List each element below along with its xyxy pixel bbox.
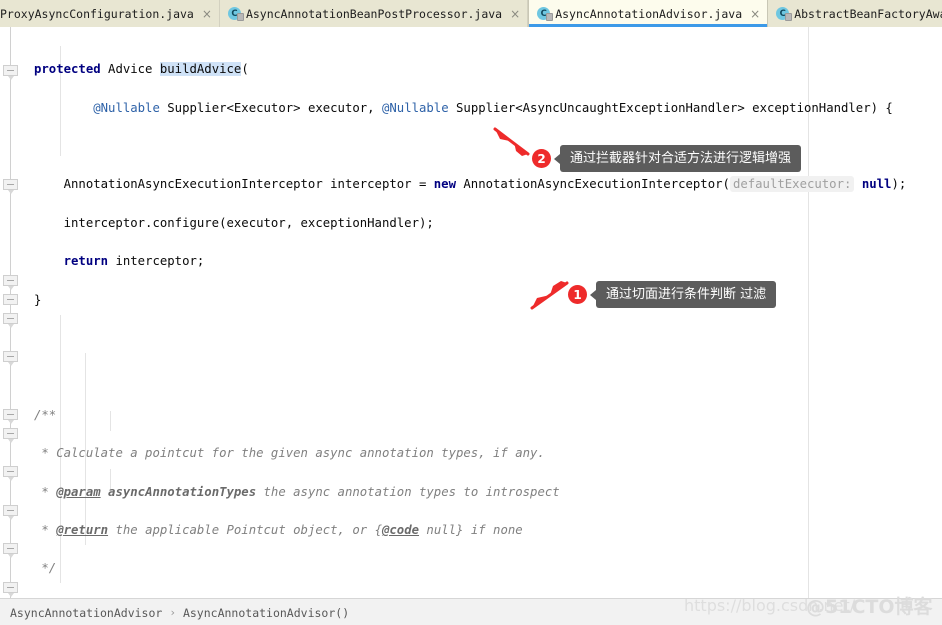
breadcrumb-separator-icon: › — [169, 606, 176, 619]
code-line: @Nullable Supplier<Executor> executor, @… — [93, 100, 893, 115]
java-class-icon: C — [537, 7, 554, 21]
editor-gutter[interactable] — [0, 27, 22, 598]
callout-text: 通过切面进行条件判断 过滤 — [589, 281, 777, 308]
tab-proxyasyncconfiguration[interactable]: ProxyAsyncConfiguration.java × — [0, 0, 220, 27]
tab-label: ProxyAsyncConfiguration.java — [0, 6, 194, 21]
fold-marker[interactable] — [3, 505, 18, 520]
code-editor[interactable]: protected Advice buildAdvice( @Nullable … — [22, 27, 942, 598]
close-icon[interactable]: × — [202, 8, 212, 20]
code-line: * Calculate a pointcut for the given asy… — [41, 446, 545, 461]
fold-marker[interactable] — [3, 275, 18, 290]
code-line: protected Advice buildAdvice( — [34, 62, 249, 77]
tab-abstractbeanfactoryaware[interactable]: C AbstractBeanFactoryAwar — [768, 0, 942, 27]
fold-marker[interactable] — [3, 409, 18, 424]
callout-2: 2 通过拦截器针对合适方法进行逻辑增强 — [532, 145, 802, 172]
tab-label: AsyncAnnotationAdvisor.java — [555, 6, 743, 21]
fold-marker[interactable] — [3, 313, 18, 328]
code-line: /** — [34, 407, 57, 422]
code-line: AnnotationAsyncExecutionInterceptor inte… — [34, 176, 907, 193]
code-line: * @return the applicable Pointcut object… — [41, 522, 523, 537]
breadcrumb-bar: AsyncAnnotationAdvisor › AsyncAnnotation… — [0, 598, 942, 625]
java-class-icon: C — [227, 7, 244, 21]
callout-text: 通过拦截器针对合适方法进行逻辑增强 — [553, 145, 802, 172]
close-icon[interactable]: × — [750, 8, 760, 20]
close-icon[interactable]: × — [510, 8, 520, 20]
tab-asyncannotationadvisor[interactable]: C AsyncAnnotationAdvisor.java × — [528, 0, 769, 27]
java-class-icon: C — [776, 7, 793, 21]
code-line: return interceptor; — [63, 254, 205, 269]
ide-window: ProxyAsyncConfiguration.java × C AsyncAn… — [0, 0, 942, 625]
tab-asyncannotationbeanpostprocessor[interactable]: C AsyncAnnotationBeanPostProcessor.java … — [220, 0, 529, 27]
editor-tab-bar: ProxyAsyncConfiguration.java × C AsyncAn… — [0, 0, 942, 28]
code-line: } — [34, 292, 42, 307]
fold-marker[interactable] — [3, 351, 18, 366]
code-line: * @param asyncAnnotationTypes the async … — [41, 484, 560, 499]
breadcrumb-method[interactable]: AsyncAnnotationAdvisor() — [183, 606, 349, 620]
fold-marker[interactable] — [3, 543, 18, 558]
code-line: */ — [41, 561, 57, 576]
tab-label: AsyncAnnotationBeanPostProcessor.java — [245, 6, 503, 21]
fold-marker[interactable] — [3, 582, 18, 597]
breadcrumb-class[interactable]: AsyncAnnotationAdvisor — [10, 606, 162, 620]
fold-marker[interactable] — [3, 428, 18, 443]
code-line: interceptor.configure(executor, exceptio… — [34, 215, 434, 230]
callout-number-badge: 1 — [568, 285, 587, 304]
source-code[interactable]: protected Advice buildAdvice( @Nullable … — [34, 41, 942, 598]
fold-marker[interactable] — [3, 466, 18, 481]
callout-1: 1 通过切面进行条件判断 过滤 — [568, 281, 777, 308]
fold-marker[interactable] — [3, 65, 18, 80]
callout-number-badge: 2 — [532, 149, 551, 168]
tab-label: AbstractBeanFactoryAwar — [794, 6, 942, 21]
fold-marker[interactable] — [3, 179, 18, 194]
fold-marker[interactable] — [3, 294, 18, 305]
